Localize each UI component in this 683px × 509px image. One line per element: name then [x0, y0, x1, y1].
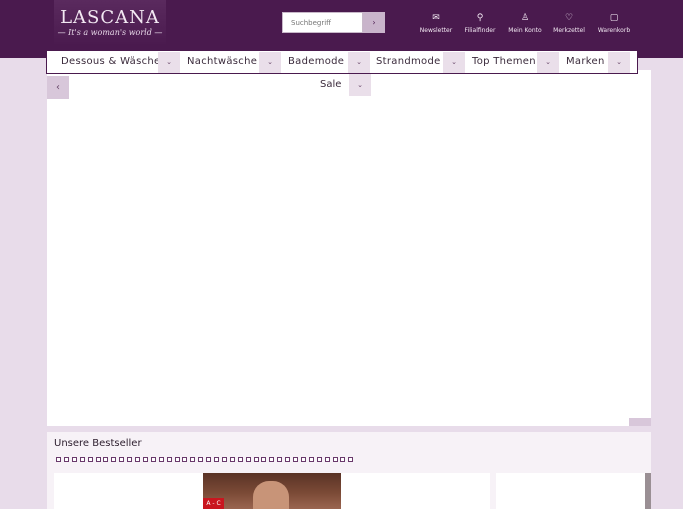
chevron-down-icon[interactable]: ⌄ — [608, 52, 630, 73]
pagination-dot[interactable] — [221, 457, 227, 462]
menu-item-strandmode[interactable]: Strandmode ⌄ — [371, 51, 466, 73]
chevron-down-icon[interactable]: ⌄ — [443, 52, 465, 73]
account-link[interactable]: ♙ Mein Konto — [506, 12, 544, 36]
envelope-icon: ✉ — [432, 13, 440, 23]
pagination-dot[interactable] — [229, 457, 235, 462]
pagination-dot[interactable] — [253, 457, 259, 462]
newsletter-link[interactable]: ✉ Newsletter — [418, 12, 454, 36]
pagination-dot[interactable] — [285, 457, 291, 462]
pagination-dot[interactable] — [95, 457, 101, 462]
pagination-dot[interactable] — [87, 457, 93, 462]
menu-item-nachtwaesche[interactable]: Nachtwäsche ⌄ — [181, 51, 282, 73]
menu-item-top-themen[interactable]: Top Themen ⌄ — [466, 51, 560, 73]
pagination-dot[interactable] — [63, 457, 69, 462]
menu-label: Top Themen — [472, 56, 536, 67]
menu-label: Strandmode — [376, 56, 441, 67]
wishlist-link[interactable]: ♡ Merkzettel — [552, 12, 586, 36]
pagination-dot[interactable] — [206, 457, 212, 462]
hero-slider — [47, 70, 651, 426]
pagination-dot[interactable] — [142, 457, 148, 462]
chevron-down-icon[interactable]: ⌄ — [537, 52, 559, 73]
pagination-dot[interactable] — [316, 457, 322, 462]
pagination-dot[interactable] — [348, 457, 354, 462]
pagination-dot[interactable] — [324, 457, 330, 462]
store-finder-link[interactable]: ⚲ Filialfinder — [461, 12, 499, 36]
pagination-dot[interactable] — [198, 457, 204, 462]
brand-tagline: — It's a woman's world — — [57, 28, 163, 37]
store-finder-label: Filialfinder — [464, 27, 496, 34]
pagination-dot[interactable] — [135, 457, 140, 462]
wishlist-label: Merkzettel — [553, 27, 585, 34]
menu-item-sale[interactable]: Sale — [320, 74, 341, 96]
pagination-dot[interactable] — [245, 457, 251, 462]
bestseller-title: Unsere Bestseller — [54, 438, 142, 449]
pagination-dot[interactable] — [79, 457, 85, 462]
pagination-dot[interactable] — [269, 457, 275, 462]
chevron-down-icon[interactable]: ⌄ — [348, 52, 370, 73]
slider-prev-button[interactable]: ‹ — [47, 76, 69, 99]
chevron-down-icon[interactable]: ⌄ — [349, 74, 371, 96]
shopping-bag-icon: ▢ — [609, 13, 619, 23]
cart-link[interactable]: ▢ Warenkorb — [596, 12, 632, 36]
pagination-dot[interactable] — [119, 457, 125, 462]
pagination-dot[interactable] — [332, 457, 338, 462]
pagination-dot[interactable] — [277, 457, 283, 462]
menu-label: Dessous & Wäsche — [61, 56, 161, 67]
pagination-dot[interactable] — [150, 457, 156, 462]
pagination-dot[interactable] — [71, 457, 77, 462]
user-icon: ♙ — [520, 13, 530, 23]
pagination-dot[interactable] — [300, 457, 306, 462]
menu-label: Nachtwäsche — [187, 56, 258, 67]
menu-item-bademode[interactable]: Bademode ⌄ — [282, 51, 371, 73]
pagination-dot[interactable] — [103, 457, 109, 462]
brand-name: LASCANA — [60, 7, 160, 28]
pagination-dot[interactable] — [261, 457, 267, 462]
menu-item-marken[interactable]: Marken ⌄ — [560, 51, 638, 73]
search-submit-button[interactable]: › — [363, 12, 385, 33]
pagination-dot[interactable] — [158, 457, 164, 462]
pagination-dot[interactable] — [340, 457, 346, 462]
pagination-dot[interactable] — [56, 457, 61, 462]
brand-logo[interactable]: LASCANA — It's a woman's world — — [54, 0, 166, 46]
menu-item-dessous[interactable]: Dessous & Wäsche ⌄ — [47, 51, 181, 73]
heart-icon: ♡ — [564, 13, 574, 23]
pagination-dot[interactable] — [182, 457, 188, 462]
search-input[interactable] — [282, 12, 363, 33]
cart-label: Warenkorb — [597, 27, 631, 34]
pagination-dot[interactable] — [308, 457, 314, 462]
menu-label: Marken — [566, 56, 605, 67]
menu-label: Bademode — [288, 56, 345, 67]
pagination-dot[interactable] — [166, 457, 172, 462]
pagination-dot[interactable] — [293, 457, 298, 462]
model-photo — [253, 481, 289, 509]
search-form: › — [282, 12, 385, 33]
newsletter-label: Newsletter — [419, 27, 453, 34]
product-card[interactable] — [496, 473, 646, 509]
account-label: Mein Konto — [508, 27, 542, 34]
slider-next-button[interactable] — [629, 418, 651, 426]
product-image[interactable] — [645, 473, 651, 509]
pagination-dot[interactable] — [190, 457, 196, 462]
chevron-down-icon[interactable]: ⌄ — [259, 52, 281, 73]
pagination-dot[interactable] — [127, 457, 133, 462]
location-pin-icon: ⚲ — [476, 13, 484, 23]
pagination-dot[interactable] — [111, 457, 117, 462]
main-navigation: Dessous & Wäsche ⌄ Nachtwäsche ⌄ Bademod… — [46, 50, 638, 74]
pagination-dot[interactable] — [174, 457, 180, 462]
chevron-down-icon[interactable]: ⌄ — [158, 52, 180, 73]
pagination-dot[interactable] — [237, 457, 243, 462]
pagination-dot[interactable] — [214, 457, 219, 462]
size-badge: A - C — [203, 498, 224, 509]
